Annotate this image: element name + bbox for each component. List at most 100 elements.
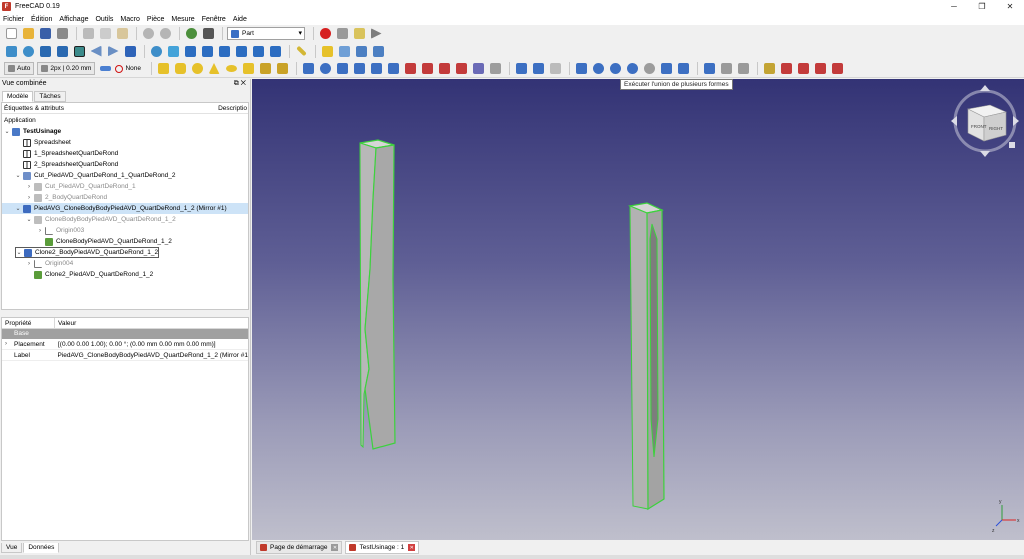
navcube-menu-icon[interactable] <box>1009 142 1015 148</box>
menu-fichier[interactable]: Fichier <box>3 16 24 23</box>
tree-item[interactable]: Spreadsheet <box>15 137 71 148</box>
close-icon[interactable]: ✕ <box>331 544 339 551</box>
chevron-right-icon[interactable]: › <box>26 184 32 190</box>
join-icon[interactable] <box>642 62 656 76</box>
whats-this-icon[interactable] <box>201 27 215 41</box>
back-arrow-icon[interactable] <box>89 44 103 58</box>
snap-icon[interactable] <box>98 62 112 76</box>
fillet-icon[interactable] <box>352 62 366 76</box>
sphere-icon[interactable] <box>190 62 204 76</box>
edit-macro-icon[interactable] <box>352 27 366 41</box>
tree-item[interactable]: Application <box>4 115 36 126</box>
open-folder-icon[interactable] <box>21 27 35 41</box>
bounding-box-icon[interactable] <box>55 44 69 58</box>
cone-icon[interactable] <box>207 62 221 76</box>
paste-icon[interactable] <box>115 27 129 41</box>
restore-icon[interactable]: ❐ <box>968 0 996 13</box>
common-icon[interactable] <box>625 62 639 76</box>
boolean-dialog-icon[interactable] <box>574 62 588 76</box>
measure-refresh-icon[interactable] <box>762 62 776 76</box>
chevron-down-icon[interactable]: ⌄ <box>15 172 21 179</box>
tree-item[interactable]: ⌄ CloneBodyBodyPiedAVD_QuartDeRond_1_2 <box>26 214 176 225</box>
save-icon[interactable] <box>38 27 52 41</box>
top-view-icon[interactable] <box>200 44 214 58</box>
tab-donnees[interactable]: Données <box>23 543 60 553</box>
boolean-icon[interactable] <box>548 62 562 76</box>
tree-item[interactable]: 1_SpreadsheetQuartDeRond <box>15 148 118 159</box>
projection-icon[interactable] <box>531 62 545 76</box>
tree-item[interactable]: ⌄ Cut_PiedAVD_QuartDeRond_1_QuartDeRond_2 <box>15 170 176 181</box>
redo-icon[interactable] <box>158 27 172 41</box>
sweep-icon[interactable] <box>437 62 451 76</box>
shape-builder-icon[interactable] <box>275 62 289 76</box>
chevron-down-icon[interactable]: ⌄ <box>26 216 32 223</box>
stop-macro-icon[interactable] <box>335 27 349 41</box>
chevron-right-icon[interactable]: › <box>26 195 32 201</box>
right-view-icon[interactable] <box>217 44 231 58</box>
navcube-up-arrow-icon[interactable] <box>980 85 990 91</box>
record-macro-icon[interactable] <box>318 27 332 41</box>
minimize-icon[interactable]: ─ <box>940 0 968 13</box>
make-face-icon[interactable] <box>386 62 400 76</box>
toggle-delta-icon[interactable] <box>830 62 844 76</box>
tab-page-demarrage[interactable]: Page de démarrage ✕ <box>256 541 343 554</box>
menu-piece[interactable]: Pièce <box>147 16 165 23</box>
primitives-icon[interactable] <box>258 62 272 76</box>
menu-outils[interactable]: Outils <box>95 16 113 23</box>
prop-row-label[interactable]: Label PiedAVG_CloneBodyBodyPiedAVD_Quart… <box>2 350 248 361</box>
tree-item[interactable]: › 2_BodyQuartDeRond <box>26 192 107 203</box>
menu-edition[interactable]: Édition <box>31 16 52 23</box>
attachment-icon[interactable] <box>702 62 716 76</box>
cut-icon[interactable] <box>81 27 95 41</box>
menu-mesure[interactable]: Mesure <box>171 16 194 23</box>
panel-float-close-icon[interactable]: ⧉ ✕ <box>234 80 246 88</box>
tree-item[interactable]: Clone2_PiedAVD_QuartDeRond_1_2 <box>26 269 153 280</box>
offset-icon[interactable] <box>488 62 502 76</box>
chevron-down-icon[interactable]: ⌄ <box>15 205 21 212</box>
tree-item[interactable]: ⌄ Clone2_BodyPiedAVD_QuartDeRond_1_2 <box>15 247 160 258</box>
std-views-icon[interactable] <box>123 44 137 58</box>
measure-angular-icon[interactable] <box>736 62 750 76</box>
measure-clear-icon[interactable] <box>779 62 793 76</box>
ruled-surface-icon[interactable] <box>403 62 417 76</box>
left-view-icon[interactable] <box>268 44 282 58</box>
run-macro-icon[interactable] <box>369 27 383 41</box>
measure-linear-icon[interactable] <box>719 62 733 76</box>
cylinder-icon[interactable] <box>173 62 187 76</box>
tree-item[interactable]: › Origin003 <box>37 225 84 236</box>
close-icon[interactable]: ✕ <box>996 0 1024 13</box>
toggle-all-icon[interactable] <box>796 62 810 76</box>
print-icon[interactable] <box>55 27 69 41</box>
expand-arrow-icon[interactable]: › <box>5 341 14 348</box>
chevron-down-icon[interactable]: ⌄ <box>4 128 10 135</box>
fit-selection-icon[interactable] <box>21 44 35 58</box>
measure-distance-icon[interactable] <box>294 44 308 58</box>
copy-icon[interactable] <box>98 27 112 41</box>
tree-item[interactable]: 2_SpreadsheetQuartDeRond <box>15 159 118 170</box>
box-icon[interactable] <box>156 62 170 76</box>
tab-taches[interactable]: Tâches <box>34 91 66 102</box>
toggle-3d-icon[interactable] <box>813 62 827 76</box>
fuse-union-icon[interactable] <box>608 62 622 76</box>
link-icon[interactable] <box>354 44 368 58</box>
tree-item[interactable]: CloneBodyPiedAVD_QuartDeRond_1_2 <box>37 236 172 247</box>
tree-item[interactable]: › Origin004 <box>26 258 73 269</box>
new-file-icon[interactable] <box>4 27 18 41</box>
tree-item[interactable]: ⌄ TestUsinage <box>4 126 61 137</box>
auto-button[interactable]: Auto <box>4 62 35 75</box>
cross-sections-icon[interactable] <box>471 62 485 76</box>
tree-item[interactable]: ⌄ PiedAVG_CloneBodyBodyPiedAVD_QuartDeRon… <box>2 203 248 214</box>
line-width-button[interactable]: 2px | 0.20 mm <box>37 62 96 75</box>
tab-testusinage[interactable]: TestUsinage : 1 ✕ <box>345 541 420 554</box>
extrude-icon[interactable] <box>301 62 315 76</box>
close-icon[interactable]: ✕ <box>408 544 416 551</box>
menu-fenetre[interactable]: Fenêtre <box>202 16 226 23</box>
forward-arrow-icon[interactable] <box>106 44 120 58</box>
loft-icon[interactable] <box>420 62 434 76</box>
draw-style-icon[interactable] <box>38 44 52 58</box>
tube-icon[interactable] <box>241 62 255 76</box>
3d-viewport[interactable]: FRONT RIGHT y x z <box>252 79 1024 540</box>
workbench-selector[interactable]: Part ▾ <box>227 27 305 40</box>
link-actions-icon[interactable] <box>371 44 385 58</box>
prop-row-placement[interactable]: › Placement [(0.00 0.00 1.00); 0.00 °; (0… <box>2 339 248 350</box>
